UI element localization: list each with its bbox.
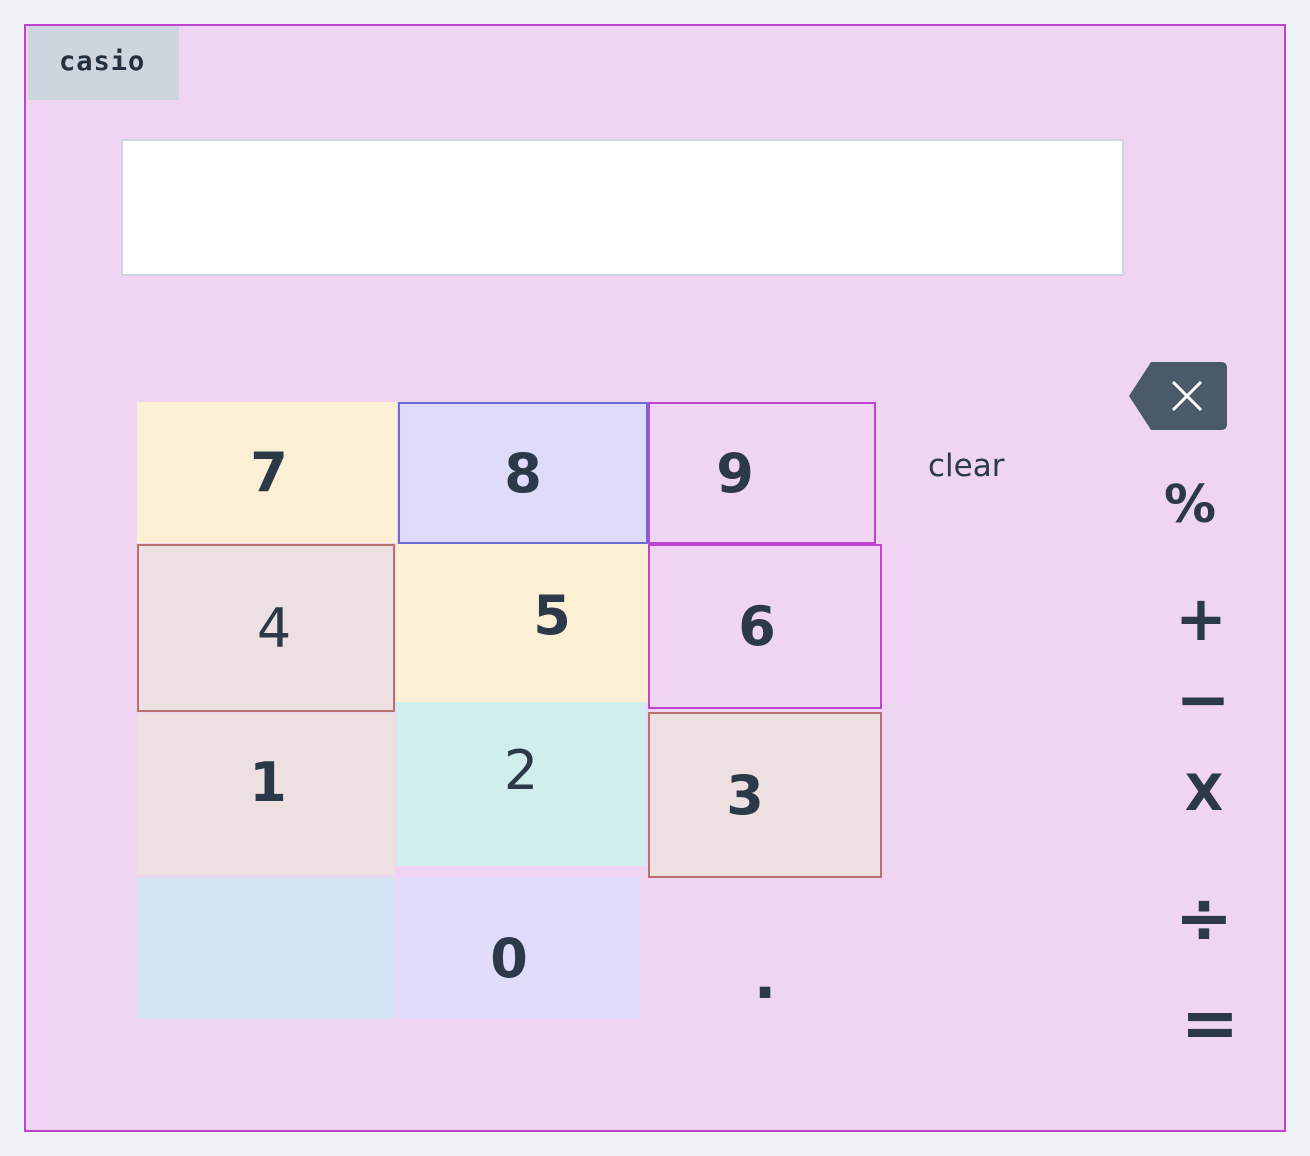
brand-label: casio	[59, 46, 146, 77]
key-blank[interactable]	[137, 877, 395, 1019]
key-5[interactable]: 5	[396, 544, 648, 702]
equals-button[interactable]: =	[1170, 982, 1250, 1064]
key-7[interactable]: 7	[137, 402, 397, 543]
key-9-label: 9	[716, 441, 754, 505]
backspace-icon	[1129, 362, 1227, 430]
key-decimal[interactable]: .	[648, 877, 882, 1019]
key-7-label: 7	[250, 441, 288, 504]
key-0[interactable]: 0	[398, 877, 640, 1019]
clear-button[interactable]: clear	[928, 448, 1004, 484]
plus-button[interactable]: +	[1163, 580, 1239, 656]
key-4[interactable]: 4	[137, 544, 395, 712]
key-6-label: 6	[738, 595, 776, 658]
key-1-label: 1	[249, 750, 287, 814]
key-0-label: 0	[490, 926, 528, 990]
backspace-button[interactable]	[1129, 362, 1227, 430]
minus-button[interactable]: −	[1165, 661, 1241, 738]
multiply-button[interactable]: X	[1166, 758, 1242, 828]
key-2-label: 2	[503, 738, 539, 802]
key-8[interactable]: 8	[398, 402, 648, 544]
divide-button[interactable]: ÷	[1164, 877, 1244, 959]
key-3-label: 3	[726, 763, 764, 827]
display-screen	[121, 139, 1124, 276]
key-3[interactable]: 3	[648, 712, 882, 878]
percent-button[interactable]: %	[1152, 470, 1228, 540]
key-6[interactable]: 6	[648, 544, 882, 709]
key-1[interactable]: 1	[137, 713, 395, 875]
key-2[interactable]: 2	[396, 702, 646, 866]
key-8-label: 8	[504, 441, 542, 505]
key-4-label: 4	[256, 596, 292, 660]
key-9[interactable]: 9	[648, 402, 876, 544]
key-decimal-label: .	[753, 943, 777, 1013]
key-5-label: 5	[533, 583, 571, 647]
